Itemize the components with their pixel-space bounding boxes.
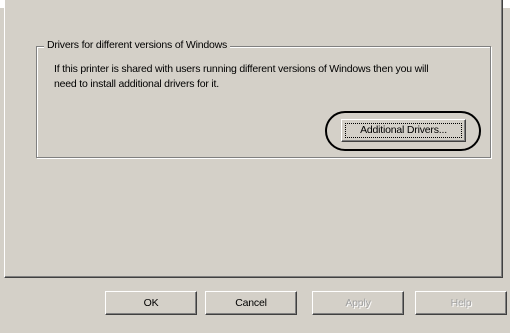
focus-rectangle bbox=[345, 123, 462, 138]
right-edge bbox=[510, 0, 514, 333]
help-button[interactable]: Help bbox=[415, 291, 507, 315]
drivers-description: If this printer is shared with users run… bbox=[54, 63, 429, 90]
cancel-button[interactable]: Cancel bbox=[205, 291, 297, 315]
ok-button[interactable]: OK bbox=[105, 291, 197, 315]
drivers-groupbox-title: Drivers for different versions of Window… bbox=[44, 39, 231, 51]
additional-drivers-button[interactable]: Additional Drivers... bbox=[341, 119, 466, 142]
ok-label: OK bbox=[143, 297, 159, 309]
apply-label: Apply bbox=[345, 297, 371, 309]
help-label: Help bbox=[450, 297, 472, 309]
printer-properties-dialog: Drivers for different versions of Window… bbox=[0, 0, 514, 333]
cancel-label: Cancel bbox=[235, 297, 267, 309]
apply-button[interactable]: Apply bbox=[312, 291, 404, 315]
